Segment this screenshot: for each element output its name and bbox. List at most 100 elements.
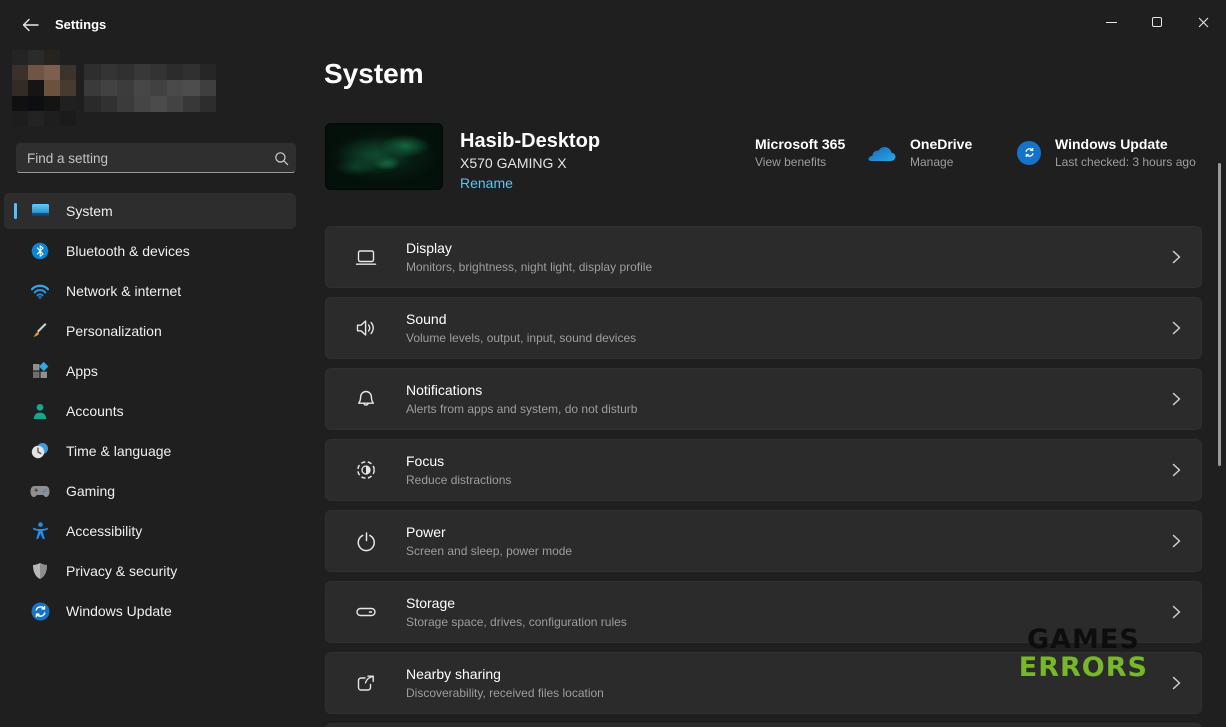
sidebar-item-accounts[interactable]: Accounts bbox=[4, 393, 296, 429]
row-title: Notifications bbox=[406, 382, 637, 398]
sidebar-item-windows-update[interactable]: Windows Update bbox=[4, 593, 296, 629]
row-partial-next[interactable] bbox=[325, 723, 1202, 727]
row-title: Storage bbox=[406, 595, 627, 611]
chevron-right-icon bbox=[1172, 534, 1181, 548]
chevron-right-icon bbox=[1172, 605, 1181, 619]
display-icon bbox=[354, 245, 378, 269]
sidebar-item-bluetooth-devices[interactable]: Bluetooth & devices bbox=[4, 233, 296, 269]
close-icon bbox=[1198, 17, 1209, 28]
card-title: Windows Update bbox=[1055, 136, 1196, 152]
accessibility-person-icon bbox=[30, 521, 50, 541]
sidebar-item-time-language[interactable]: Time & language bbox=[4, 433, 296, 469]
row-focus[interactable]: Focus Reduce distractions bbox=[325, 439, 1202, 501]
sidebar-item-label: System bbox=[66, 203, 113, 219]
row-subtitle: Monitors, brightness, night light, displ… bbox=[406, 260, 652, 274]
maximize-icon bbox=[1152, 17, 1162, 27]
chevron-right-icon bbox=[1172, 676, 1181, 690]
microsoft-logo-icon bbox=[722, 143, 741, 162]
sidebar-item-accessibility[interactable]: Accessibility bbox=[4, 513, 296, 549]
bell-icon bbox=[354, 387, 378, 411]
card-title: Microsoft 365 bbox=[755, 136, 845, 152]
apps-icon bbox=[30, 361, 50, 381]
scrollbar[interactable] bbox=[1218, 163, 1221, 466]
row-display[interactable]: Display Monitors, brightness, night ligh… bbox=[325, 226, 1202, 288]
sidebar-item-label: Time & language bbox=[66, 443, 171, 459]
row-subtitle: Discoverability, received files location bbox=[406, 686, 604, 700]
system-icon bbox=[30, 201, 50, 221]
chevron-right-icon bbox=[1172, 392, 1181, 406]
gamepad-icon bbox=[30, 481, 50, 501]
clock-icon bbox=[30, 441, 50, 461]
row-subtitle: Volume levels, output, input, sound devi… bbox=[406, 331, 636, 345]
accounts-icon bbox=[30, 401, 50, 421]
back-arrow-icon bbox=[22, 18, 39, 32]
search-icon[interactable] bbox=[267, 151, 295, 166]
device-model: X570 GAMING X bbox=[460, 155, 567, 171]
onedrive-cloud-icon bbox=[868, 144, 896, 162]
row-power[interactable]: Power Screen and sleep, power mode bbox=[325, 510, 1202, 572]
sidebar-item-label: Network & internet bbox=[66, 283, 181, 299]
minimize-icon bbox=[1106, 22, 1117, 23]
sidebar-item-label: Gaming bbox=[66, 483, 115, 499]
sidebar-item-network-internet[interactable]: Network & internet bbox=[4, 273, 296, 309]
user-name-redacted bbox=[84, 64, 216, 112]
device-wallpaper-thumbnail bbox=[325, 123, 443, 190]
row-sound[interactable]: Sound Volume levels, output, input, soun… bbox=[325, 297, 1202, 359]
rename-link[interactable]: Rename bbox=[460, 175, 513, 191]
sidebar: System Bluetooth & devices bbox=[0, 48, 312, 727]
device-name: Hasib-Desktop bbox=[460, 130, 600, 153]
search-input[interactable] bbox=[17, 151, 267, 166]
focus-icon bbox=[354, 458, 378, 482]
search-box[interactable] bbox=[16, 143, 296, 173]
row-title: Sound bbox=[406, 311, 636, 327]
user-avatar[interactable] bbox=[12, 50, 76, 126]
row-title: Display bbox=[406, 240, 652, 256]
onedrive-card[interactable]: OneDrive Manage bbox=[868, 136, 972, 169]
sidebar-item-label: Accounts bbox=[66, 403, 124, 419]
card-subtitle: Manage bbox=[910, 155, 972, 169]
power-icon bbox=[354, 529, 378, 553]
titlebar: Settings bbox=[0, 0, 1226, 48]
sidebar-item-label: Personalization bbox=[66, 323, 162, 339]
watermark-line2: ERRORS bbox=[1019, 654, 1148, 682]
maximize-button[interactable] bbox=[1134, 0, 1180, 44]
row-title: Focus bbox=[406, 453, 511, 469]
nearby-sharing-icon bbox=[354, 671, 378, 695]
chevron-right-icon bbox=[1172, 463, 1181, 477]
page-title: System bbox=[324, 58, 424, 90]
wifi-icon bbox=[30, 281, 50, 301]
close-button[interactable] bbox=[1180, 0, 1226, 44]
sidebar-item-system[interactable]: System bbox=[4, 193, 296, 229]
card-subtitle: Last checked: 3 hours ago bbox=[1055, 155, 1196, 169]
card-subtitle: View benefits bbox=[755, 155, 845, 169]
sidebar-item-label: Apps bbox=[66, 363, 98, 379]
sidebar-item-apps[interactable]: Apps bbox=[4, 353, 296, 389]
storage-drive-icon bbox=[354, 600, 378, 624]
bluetooth-icon bbox=[30, 241, 50, 261]
sidebar-item-privacy-security[interactable]: Privacy & security bbox=[4, 553, 296, 589]
sidebar-item-label: Accessibility bbox=[66, 523, 142, 539]
sidebar-nav: System Bluetooth & devices bbox=[4, 193, 296, 633]
row-subtitle: Storage space, drives, configuration rul… bbox=[406, 615, 627, 629]
games-errors-watermark: GAMES ERRORS bbox=[1019, 626, 1148, 682]
settings-window: Settings bbox=[0, 0, 1226, 727]
card-title: OneDrive bbox=[910, 136, 972, 152]
windows-update-card[interactable]: Windows Update Last checked: 3 hours ago bbox=[1017, 136, 1196, 169]
watermark-line1: GAMES bbox=[1019, 626, 1148, 654]
back-button[interactable] bbox=[14, 13, 46, 37]
windows-update-icon bbox=[30, 601, 50, 621]
paintbrush-icon bbox=[30, 321, 50, 341]
minimize-button[interactable] bbox=[1088, 0, 1134, 44]
row-title: Power bbox=[406, 524, 572, 540]
sidebar-item-gaming[interactable]: Gaming bbox=[4, 473, 296, 509]
sidebar-item-label: Privacy & security bbox=[66, 563, 177, 579]
row-subtitle: Reduce distractions bbox=[406, 473, 511, 487]
sidebar-item-personalization[interactable]: Personalization bbox=[4, 313, 296, 349]
shield-icon bbox=[30, 561, 50, 581]
row-notifications[interactable]: Notifications Alerts from apps and syste… bbox=[325, 368, 1202, 430]
sidebar-item-label: Bluetooth & devices bbox=[66, 243, 190, 259]
sidebar-item-label: Windows Update bbox=[66, 603, 172, 619]
row-title: Nearby sharing bbox=[406, 666, 604, 682]
chevron-right-icon bbox=[1172, 321, 1181, 335]
microsoft-365-card[interactable]: Microsoft 365 View benefits bbox=[722, 136, 845, 169]
